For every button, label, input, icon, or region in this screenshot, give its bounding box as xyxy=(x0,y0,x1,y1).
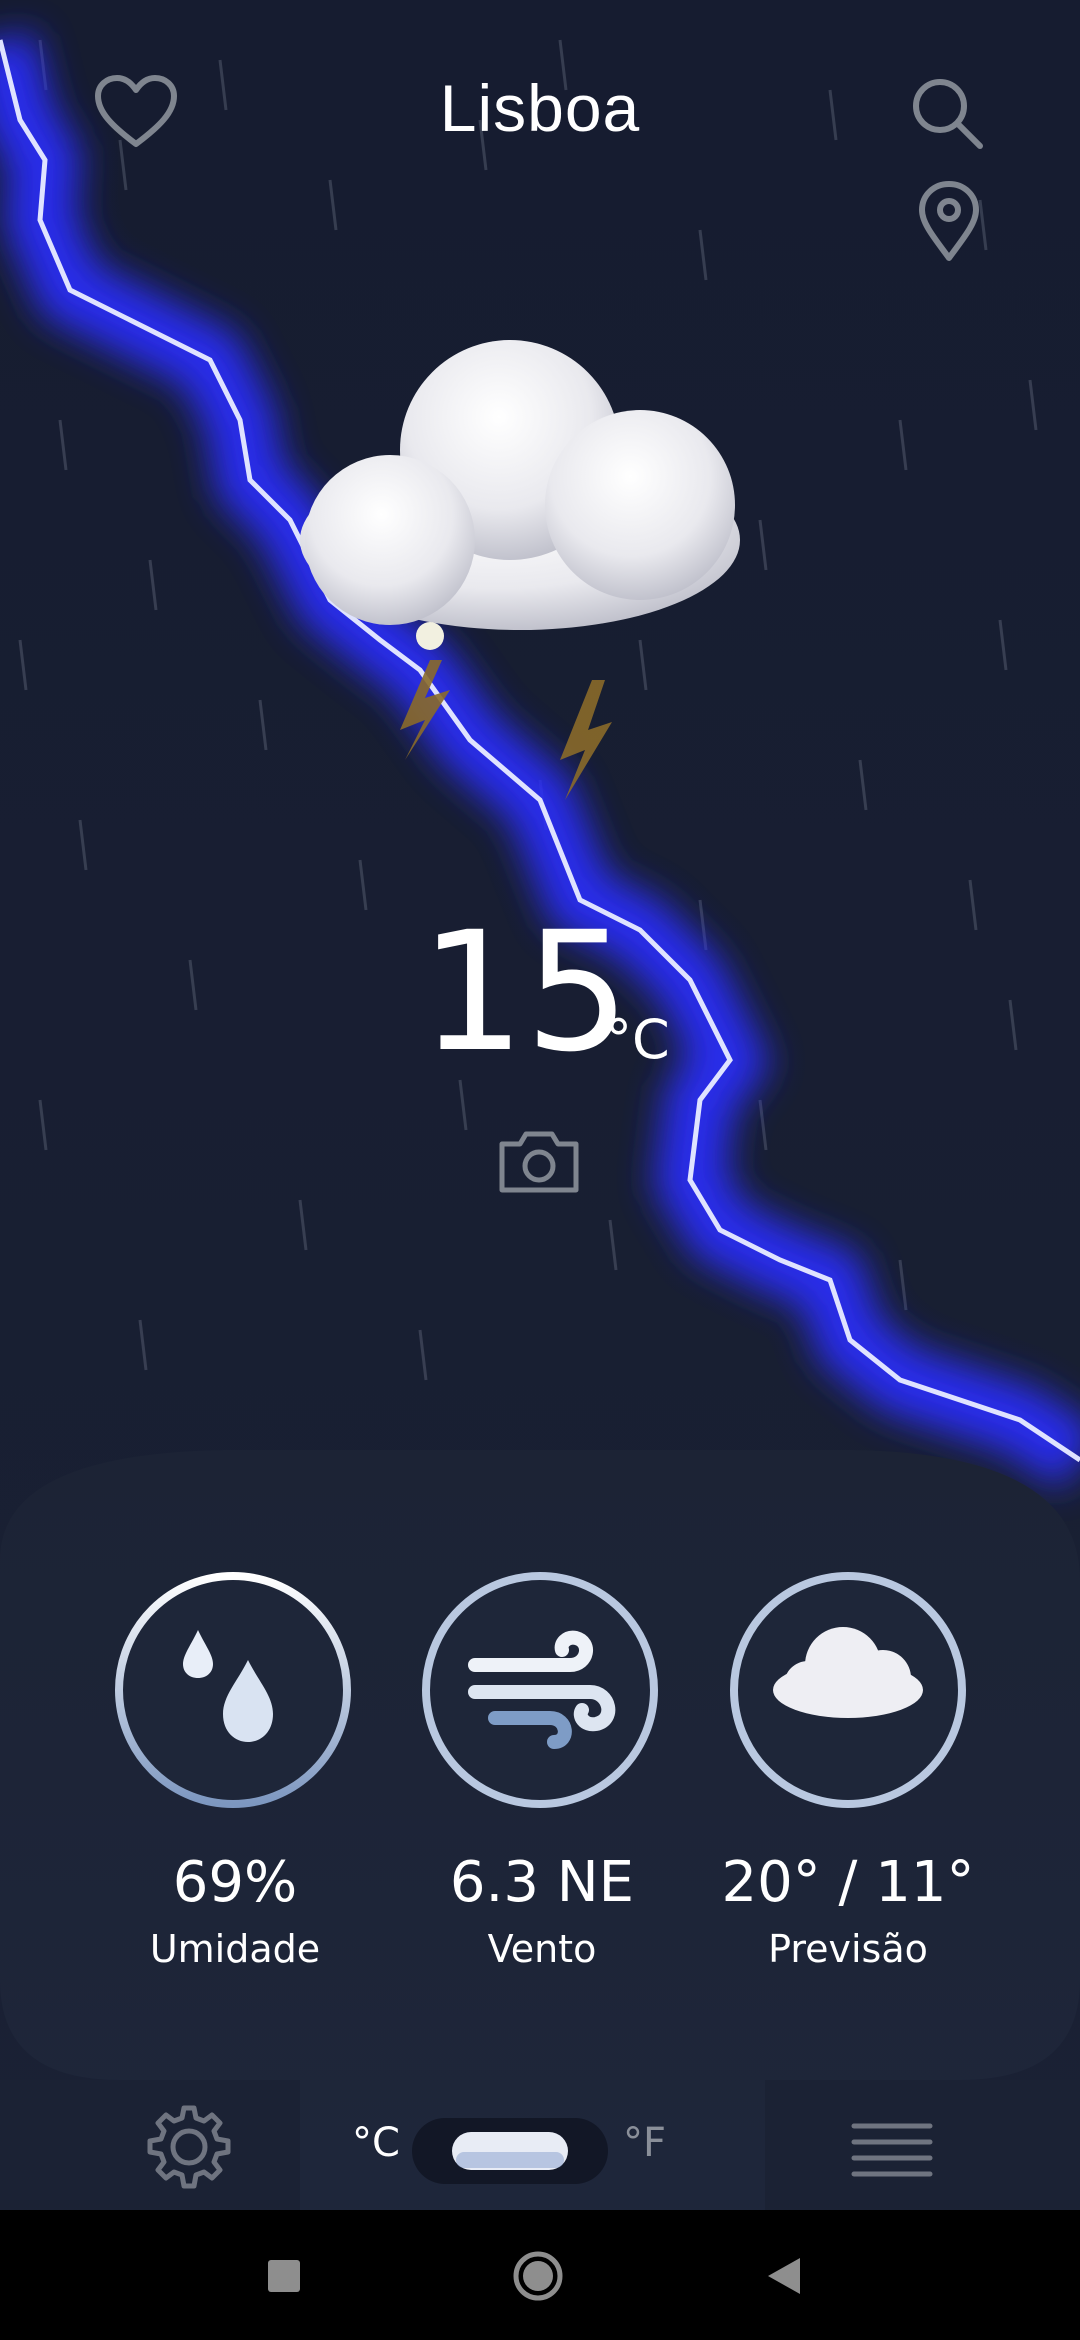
back-triangle-icon xyxy=(768,2258,800,2294)
forecast-value: 20° / 11° xyxy=(721,1850,975,1915)
location-pin-icon xyxy=(919,181,979,261)
wind-label: Vento xyxy=(487,1927,597,1971)
search-button[interactable] xyxy=(908,74,984,150)
system-navigation-bar xyxy=(0,2210,1080,2340)
square-icon xyxy=(268,2260,300,2292)
unit-toggle[interactable] xyxy=(412,2118,608,2184)
home-button[interactable] xyxy=(512,2250,564,2302)
temperature-value: 15 xyxy=(420,896,630,1088)
humidity-label: Umidade xyxy=(149,1927,321,1971)
humidity-circle[interactable] xyxy=(113,1570,353,1810)
back-button[interactable] xyxy=(764,2256,804,2296)
search-icon xyxy=(913,79,983,149)
recent-apps-button[interactable] xyxy=(266,2258,302,2294)
wind-value: 6.3 NE xyxy=(449,1850,635,1915)
temperature-unit: °C xyxy=(605,1008,670,1071)
menu-icon xyxy=(851,2123,933,2177)
fahrenheit-label[interactable]: °F xyxy=(623,2120,666,2166)
camera-button[interactable] xyxy=(498,1128,580,1194)
wind-circle[interactable] xyxy=(420,1570,660,1810)
camera-icon xyxy=(499,1131,579,1193)
menu-button[interactable] xyxy=(850,2120,934,2182)
gear-icon xyxy=(147,2105,231,2189)
circle-icon xyxy=(513,2251,563,2301)
forecast-circle[interactable] xyxy=(728,1570,968,1810)
forecast-label: Previsão xyxy=(768,1927,928,1971)
celsius-label[interactable]: °C xyxy=(352,2120,400,2166)
settings-button[interactable] xyxy=(146,2104,232,2190)
location-button[interactable] xyxy=(918,180,980,262)
humidity-value: 69% xyxy=(172,1850,298,1915)
